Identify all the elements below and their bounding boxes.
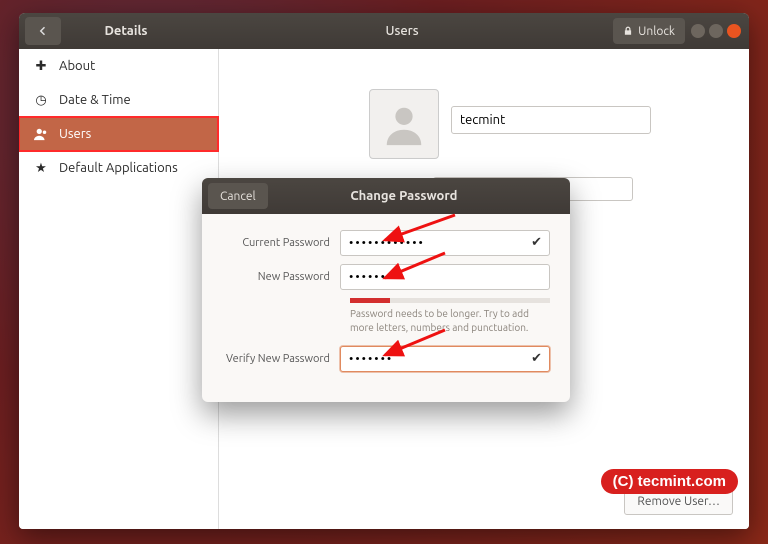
password-hint: Password needs to be longer. Try to add … [350,307,550,334]
new-password-label: New Password [222,271,340,283]
sidebar-item-default-apps[interactable]: ★ Default Applications [19,151,218,185]
verify-password-label: Verify New Password [222,353,340,365]
chevron-left-icon [37,25,49,37]
titlebar: Details Users Unlock [19,13,749,49]
sidebar-item-about[interactable]: ✚ About [19,49,218,83]
minimize-button[interactable] [691,24,705,38]
maximize-button[interactable] [709,24,723,38]
plus-icon: ✚ [33,58,49,74]
username-field[interactable] [451,106,651,134]
sidebar-item-label: Users [59,127,91,141]
verify-password-field[interactable] [340,346,550,372]
new-password-field[interactable] [340,264,550,290]
current-password-field[interactable] [340,230,550,256]
sidebar-item-users[interactable]: Users [19,117,218,151]
unlock-label: Unlock [638,25,675,38]
unlock-button[interactable]: Unlock [613,18,685,44]
page-title: Users [191,24,613,38]
avatar[interactable] [369,89,439,159]
window-controls [691,24,741,38]
clock-icon: ◷ [33,92,49,108]
cancel-button[interactable]: Cancel [208,183,268,209]
sidebar-item-label: About [59,59,95,73]
close-button[interactable] [727,24,741,38]
lock-icon [623,26,633,36]
section-title: Details [61,24,191,38]
back-button[interactable] [25,17,61,45]
users-icon [33,126,49,142]
settings-sidebar: ✚ About ◷ Date & Time Users ★ Default Ap… [19,49,219,529]
dialog-titlebar: Cancel Change Password [202,178,570,214]
current-password-label: Current Password [222,237,340,249]
dialog-title: Change Password [350,189,457,203]
sidebar-item-label: Date & Time [59,93,131,107]
check-icon: ✔ [531,235,542,250]
sidebar-item-label: Default Applications [59,161,178,175]
dialog-body: Current Password ✔ New Password Password… [202,214,570,402]
avatar-placeholder-icon [381,101,427,147]
star-icon: ★ [33,160,49,176]
password-strength-meter [350,298,550,303]
sidebar-item-date-time[interactable]: ◷ Date & Time [19,83,218,117]
change-password-dialog: Cancel Change Password Current Password … [202,178,570,402]
watermark: (C) tecmint.com [601,469,738,494]
check-icon: ✔ [531,351,542,366]
